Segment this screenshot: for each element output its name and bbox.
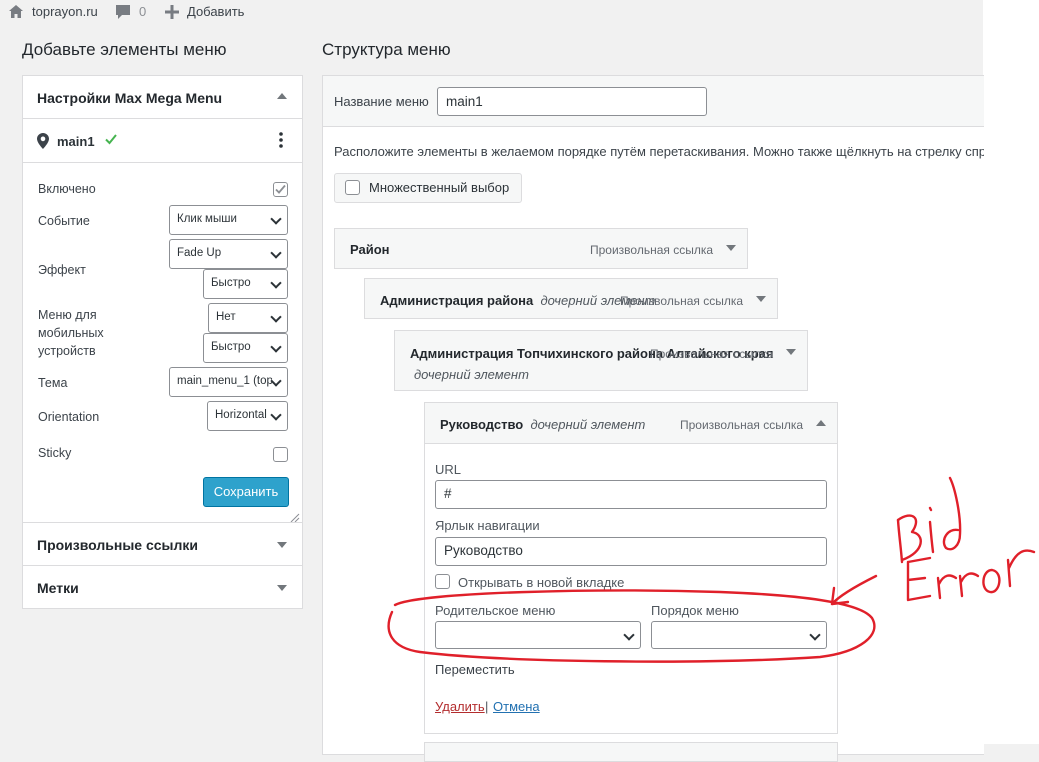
annotation-arrow-shaft — [830, 574, 878, 606]
handwritten-annotation — [387, 476, 1036, 663]
highlight-ellipse — [387, 589, 876, 663]
next-menu-item[interactable] — [424, 742, 838, 762]
